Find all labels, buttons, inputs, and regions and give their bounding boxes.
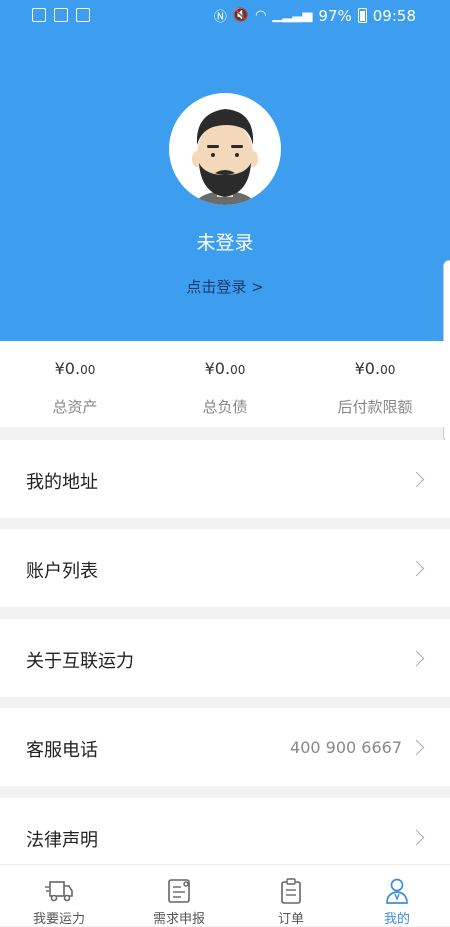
phone-number: 400 900 6667	[290, 738, 402, 757]
tab-mine[interactable]: 我的	[341, 865, 450, 927]
bearded-man-avatar-icon	[192, 109, 258, 205]
chevron-right-icon	[408, 739, 425, 756]
tab-transport[interactable]: 我要运力	[3, 865, 115, 927]
menu-item-label: 关于互联运力	[26, 651, 134, 672]
system-indicators: Ⓝ 🔇 ◠ ▁▂▃▅ 97% 09:58	[213, 6, 416, 26]
bottom-tab-bar: 我要运力 需求申报 订单 我的	[0, 864, 450, 927]
menu-item-label: 账户列表	[26, 561, 98, 582]
signal-icon: ▁▂▃▅	[272, 8, 313, 23]
clipboard-icon	[281, 878, 301, 904]
summary-label: 总资产	[52, 398, 98, 416]
tab-orders[interactable]: 订单	[235, 865, 347, 927]
status-bar: Ⓝ 🔇 ◠ ▁▂▃▅ 97% 09:58	[0, 0, 450, 32]
paw-icon	[76, 8, 90, 22]
tab-label: 我要运力	[32, 912, 85, 927]
menu-item-label: 客服电话	[26, 740, 98, 761]
summary-label: 后付款限额	[337, 398, 413, 416]
profile-header: Ⓝ 🔇 ◠ ▁▂▃▅ 97% 09:58 未登录 点击登录 >	[0, 0, 450, 341]
menu-item-accounts[interactable]: 账户列表	[0, 529, 450, 607]
tab-label: 需求申报	[152, 912, 205, 927]
avatar[interactable]	[169, 93, 281, 205]
login-status: 未登录	[196, 232, 254, 254]
truck-icon	[45, 881, 73, 902]
chevron-right-icon	[408, 471, 425, 488]
chevron-right-icon	[408, 560, 425, 577]
clock: 09:58	[372, 6, 416, 25]
battery-icon	[357, 8, 367, 23]
form-icon	[168, 879, 190, 903]
mute-icon: 🔇	[232, 8, 250, 23]
battery-level: 97%	[318, 6, 352, 25]
wifi-icon: ◠	[255, 8, 267, 23]
menu-item-customer-service[interactable]: 客服电话 400 900 6667	[0, 708, 450, 786]
image-icon	[32, 8, 46, 22]
notification-icons	[32, 8, 90, 22]
tab-demand[interactable]: 需求申报	[123, 865, 235, 927]
menu-item-about[interactable]: 关于互联运力	[0, 619, 450, 697]
user-icon	[386, 878, 408, 904]
amount: ¥0.00	[54, 359, 96, 378]
menu-item-label: 我的地址	[26, 472, 98, 493]
chevron-right-icon	[408, 829, 425, 846]
tab-label: 订单	[277, 912, 304, 927]
amount: ¥0.00	[354, 359, 396, 378]
summary-label: 总负债	[202, 398, 248, 416]
menu-item-label: 法律声明	[26, 830, 98, 851]
chevron-right-icon	[408, 650, 425, 667]
menu-item-address[interactable]: 我的地址	[0, 440, 450, 518]
nfc-icon: Ⓝ	[213, 10, 227, 25]
amount: ¥0.00	[204, 359, 246, 378]
asset-summary: ¥0.00 总资产 ¥0.00 总负债 ¥0.00 后付款限额	[0, 341, 450, 427]
bag-icon	[54, 8, 68, 22]
tab-label: 我的	[383, 912, 410, 927]
login-link[interactable]: 点击登录 >	[0, 276, 450, 297]
